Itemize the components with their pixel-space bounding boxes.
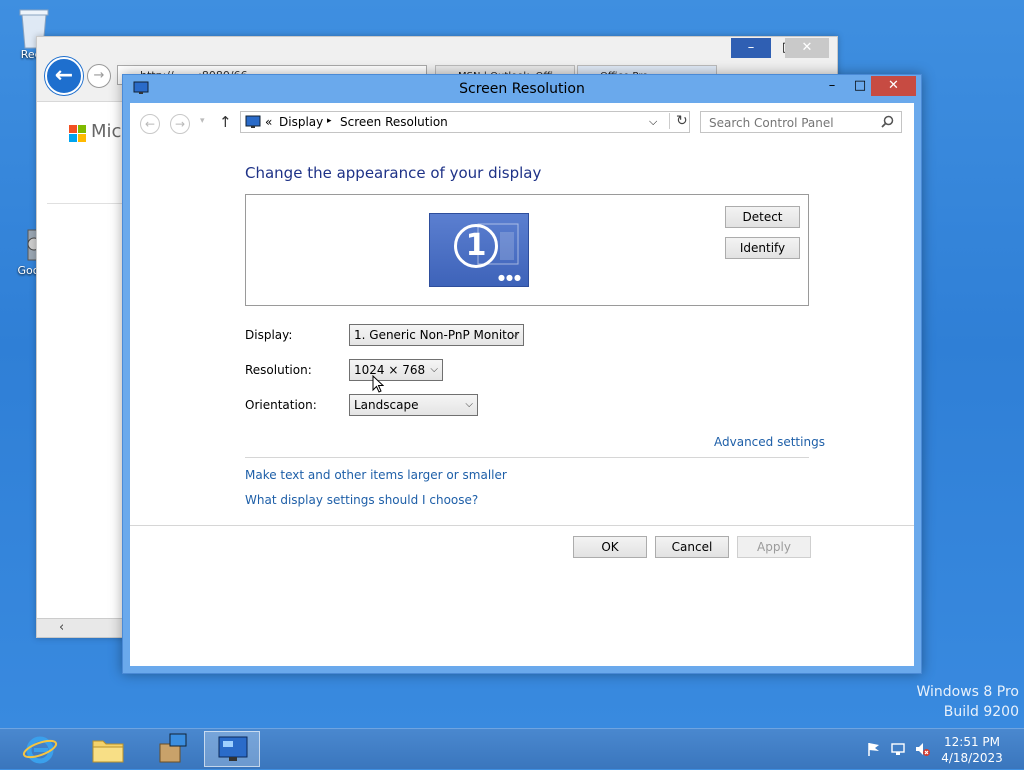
forward-arrow-icon[interactable]: → — [170, 114, 190, 134]
breadcrumb-separator-icon[interactable]: ▸ — [327, 116, 332, 126]
refresh-icon[interactable]: ↻ — [669, 113, 688, 129]
microsoft-logo-icon — [69, 125, 87, 143]
back-arrow-icon[interactable]: ← — [45, 57, 83, 95]
watermark-line: Build 9200 — [943, 704, 1019, 720]
screen-resolution-window[interactable]: Screen Resolution – □ ✕ ← → ▾ ↑ « Displa… — [122, 74, 922, 674]
back-arrow-icon[interactable]: ← — [140, 114, 160, 134]
volume-muted-icon[interactable] — [914, 741, 930, 757]
orientation-label: Orientation: — [245, 398, 317, 412]
taskbar-dots-icon: ●●● — [498, 273, 522, 282]
clock-time: 12:51 PM — [944, 735, 1000, 749]
breadcrumb[interactable]: « Display ▸ Screen Resolution ⌵ ↻ — [240, 111, 690, 133]
window-title: Screen Resolution — [459, 81, 585, 97]
resolution-select-value: 1024 × 768 — [354, 363, 426, 377]
forward-arrow-icon[interactable]: → — [87, 64, 111, 88]
display-settings-help-link[interactable]: What display settings should I choose? — [245, 493, 478, 507]
display-select[interactable]: 1. Generic Non-PnP Monitor ⌵ — [349, 324, 524, 346]
windows-version-watermark: Windows 8 Pro Build 9200 — [916, 684, 1019, 720]
minimize-button[interactable]: – — [817, 76, 847, 96]
apply-button[interactable]: Apply — [737, 536, 811, 558]
chevron-down-icon: ⌵ — [511, 329, 519, 340]
control-panel-icon — [245, 115, 261, 132]
recent-pages-chevron-icon[interactable]: ▾ — [200, 116, 205, 126]
network-icon[interactable] — [890, 741, 906, 757]
folder-icon — [92, 740, 124, 763]
window-content: ← → ▾ ↑ « Display ▸ Screen Resolution ⌵ … — [130, 103, 914, 666]
action-center-flag-icon[interactable] — [866, 741, 882, 757]
display-preview: 1 ●●● Detect Identify — [245, 194, 809, 306]
orientation-select[interactable]: Landscape ⌵ — [349, 394, 478, 416]
detect-button[interactable]: Detect — [725, 206, 800, 228]
divider — [245, 457, 809, 458]
ok-button[interactable]: OK — [573, 536, 647, 558]
search-input[interactable] — [707, 113, 881, 133]
display-select-value: 1. Generic Non-PnP Monitor — [354, 328, 520, 342]
scroll-left-icon[interactable]: ‹ — [59, 620, 64, 635]
taskbar: 12:51 PM 4/18/2023 — [0, 728, 1024, 769]
chevron-down-icon: ⌵ — [430, 364, 438, 375]
divider — [130, 525, 914, 526]
breadcrumb-item-display[interactable]: Display — [279, 115, 323, 129]
orientation-select-value: Landscape — [354, 398, 419, 412]
monitor-number: 1 — [454, 224, 498, 268]
taskbar-file-explorer[interactable] — [80, 731, 136, 767]
chevron-down-icon: ⌵ — [465, 399, 473, 410]
close-button[interactable]: ✕ — [871, 76, 916, 96]
address-dropdown-icon[interactable]: ⌵ — [649, 115, 657, 129]
setup-package-icon — [159, 733, 187, 763]
monitor-preview[interactable]: 1 ●●● — [429, 213, 529, 287]
browser-close-button[interactable]: ✕ — [785, 38, 829, 58]
watermark-line: Windows 8 Pro — [916, 684, 1019, 700]
cancel-button[interactable]: Cancel — [655, 536, 729, 558]
browser-minimize-button[interactable]: – — [731, 38, 771, 58]
breadcrumb-prefix[interactable]: « — [265, 115, 272, 129]
display-label: Display: — [245, 328, 293, 342]
display-settings-icon — [218, 736, 248, 761]
up-arrow-icon[interactable]: ↑ — [219, 113, 232, 131]
internet-explorer-icon — [22, 736, 58, 764]
taskbar-internet-explorer[interactable] — [14, 731, 70, 767]
search-icon[interactable] — [881, 115, 894, 131]
advanced-settings-link[interactable]: Advanced settings — [714, 435, 825, 449]
resolution-label: Resolution: — [245, 363, 312, 377]
resolution-select[interactable]: 1024 × 768 ⌵ — [349, 359, 443, 381]
text-size-link[interactable]: Make text and other items larger or smal… — [245, 468, 507, 482]
clock-date: 4/18/2023 — [941, 751, 1003, 765]
system-clock[interactable]: 12:51 PM 4/18/2023 — [932, 734, 1012, 766]
identify-button[interactable]: Identify — [725, 237, 800, 259]
taskbar-screen-resolution[interactable] — [204, 731, 260, 767]
taskbar-installer[interactable] — [144, 731, 200, 767]
mouse-cursor-icon — [372, 374, 385, 396]
title-bar[interactable]: Screen Resolution – □ ✕ — [123, 75, 921, 103]
page-title: Change the appearance of your display — [245, 164, 542, 182]
breadcrumb-item-screen-resolution[interactable]: Screen Resolution — [340, 115, 448, 129]
search-box[interactable] — [700, 111, 902, 133]
divider — [47, 203, 127, 204]
